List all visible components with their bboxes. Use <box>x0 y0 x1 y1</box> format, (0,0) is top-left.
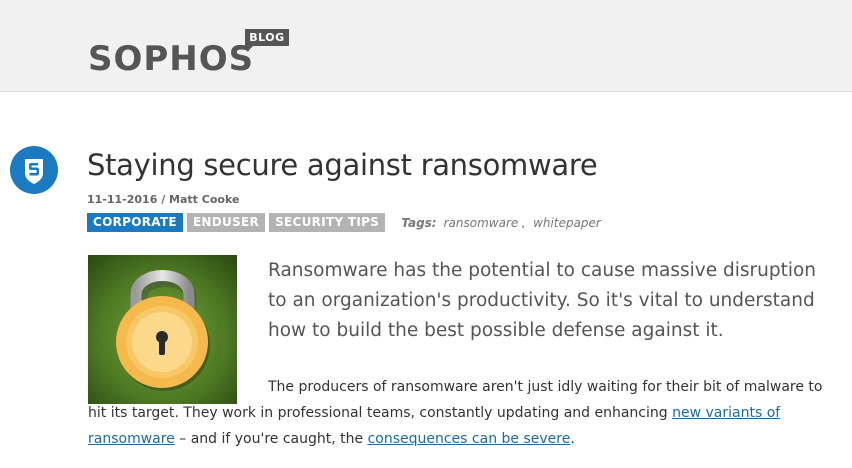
blog-tag[interactable]: BLOG <box>245 29 289 52</box>
category-corporate[interactable]: CORPORATE <box>87 213 183 232</box>
body-text-2: – and if you're caught, the <box>174 431 368 447</box>
category-security-tips[interactable]: SECURITY TIPS <box>269 213 386 232</box>
site-header: SOPHOS BLOG <box>0 0 852 92</box>
tag-whitepaper[interactable]: whitepaper <box>533 216 601 230</box>
post-taxonomy: CORPORATE ENDUSER SECURITY TIPS Tags: ra… <box>87 213 601 232</box>
category-enduser[interactable]: ENDUSER <box>186 213 266 232</box>
tag-separator: , <box>521 215 526 230</box>
post-lead: Ransomware has the potential to cause ma… <box>268 260 817 341</box>
tags-label: Tags: <box>401 215 437 230</box>
sophos-shield-icon <box>10 146 58 194</box>
link-consequences[interactable]: consequences can be severe <box>368 431 571 447</box>
post-body: The producers of ransomware aren't just … <box>88 374 828 452</box>
tag-ransomware[interactable]: ransomware <box>444 216 519 230</box>
post-title[interactable]: Staying secure against ransomware <box>87 146 598 184</box>
body-text-3: . <box>570 431 575 447</box>
sophos-logo[interactable]: SOPHOS <box>88 40 254 78</box>
post-meta: 11-11-2016 / Matt Cooke <box>87 193 240 206</box>
